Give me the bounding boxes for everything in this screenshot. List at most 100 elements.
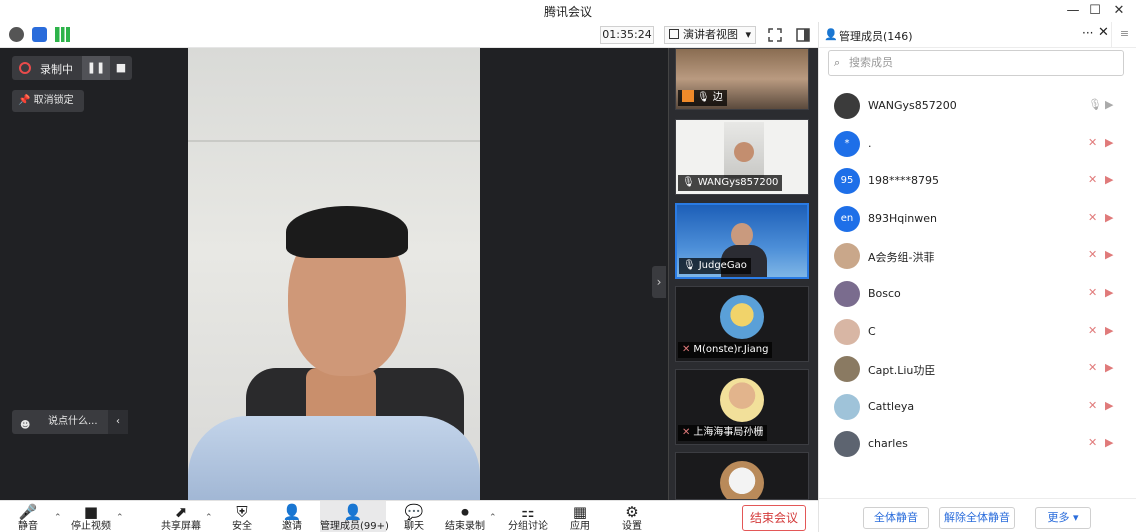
collapse-thumbnails-button[interactable]: › <box>652 266 666 298</box>
security-shield-icon[interactable] <box>32 27 47 42</box>
video-off-icon[interactable]: ▶ <box>1105 324 1113 337</box>
avatar <box>834 356 860 383</box>
share-options-caret-icon[interactable]: ⌃ <box>205 513 213 523</box>
invite-button[interactable]: 👤 邀请 <box>278 501 306 532</box>
info-icon[interactable] <box>9 27 24 42</box>
panel-menu-icon[interactable]: ≡ <box>1111 22 1136 48</box>
more-actions-button[interactable]: 更多 ▾ <box>1035 507 1091 529</box>
thumb-name-tag: 🎙 WANGys857200 <box>678 175 783 191</box>
member-name: WANGys857200 <box>868 99 957 112</box>
video-off-icon[interactable]: ▶ <box>1105 399 1113 412</box>
member-row[interactable]: WANGys857200 🎙 ▶ <box>819 88 1136 125</box>
member-row[interactable]: Cattleya ✕ ▶ <box>819 389 1136 426</box>
emoji-icon[interactable]: ☻ <box>20 414 30 438</box>
mic-options-caret-icon[interactable]: ⌃ <box>54 513 62 523</box>
avatar <box>720 378 764 422</box>
avatar <box>720 295 764 339</box>
speaker-hair <box>286 206 408 258</box>
chat-button[interactable]: 💬 聊天 <box>400 501 428 532</box>
fullscreen-icon[interactable] <box>767 27 783 43</box>
member-row[interactable]: 95 198****8795 ✕ ▶ <box>819 163 1136 200</box>
thumb-name-tag: ✕ M(onste)r.Jiang <box>678 342 773 358</box>
member-row[interactable]: charles ✕ ▶ <box>819 426 1136 463</box>
more-options-icon[interactable]: ··· <box>1082 26 1093 40</box>
chat-icon: 💬 <box>404 503 424 521</box>
mic-icon[interactable]: 🎙 <box>1088 98 1102 111</box>
mic-muted-icon[interactable]: ✕ <box>1088 211 1097 224</box>
mic-icon: 🎙 <box>697 92 710 103</box>
participant-face <box>731 223 753 247</box>
video-off-icon[interactable]: ▶ <box>1105 173 1113 186</box>
close-panel-button[interactable]: ✕ <box>1098 25 1109 40</box>
thumb-name: JudgeGao <box>698 260 747 271</box>
mic-muted-icon[interactable]: ✕ <box>1088 248 1097 261</box>
collapse-chat-button[interactable]: ‹ <box>108 410 128 434</box>
member-name: Capt.Liu功臣 <box>868 364 936 378</box>
video-off-icon[interactable]: ▶ <box>1105 361 1113 374</box>
avatar <box>834 393 860 420</box>
participant-thumb[interactable]: ✕ M(onste)r.Jiang <box>675 286 809 362</box>
member-name: charles <box>868 437 908 451</box>
video-off-icon[interactable]: ▶ <box>1105 136 1113 149</box>
video-options-caret-icon[interactable]: ⌃ <box>116 513 124 523</box>
participant-thumb-active[interactable]: 🎙 JudgeGao <box>675 203 809 279</box>
record-stop-icon: ⏺ <box>461 503 469 521</box>
participant-thumb[interactable] <box>675 452 809 500</box>
mic-muted-icon: ✕ <box>682 427 691 438</box>
pause-recording-button[interactable]: ❚❚ <box>82 56 110 80</box>
manage-members-button[interactable]: 👤 管理成员(99+) <box>320 501 389 532</box>
end-recording-button[interactable]: ⏺ 结束录制 <box>444 501 486 532</box>
unmute-all-button[interactable]: 解除全体静音 <box>939 507 1015 529</box>
manage-members-label: 管理成员(99+) <box>320 521 389 532</box>
video-stage: 录制中 ❚❚ ■ 📌 取消锁定 ☻ 说点什么... ‹ › <box>0 48 668 500</box>
mic-muted-icon[interactable]: ✕ <box>1088 173 1097 186</box>
video-off-icon[interactable]: ▶ <box>1105 286 1113 299</box>
video-off-icon[interactable]: ▶ <box>1105 211 1113 224</box>
search-members-input[interactable]: ⌕ 搜索成员 <box>828 50 1124 76</box>
close-window-button[interactable]: ✕ <box>1108 2 1130 20</box>
maximize-button[interactable]: ☐ <box>1084 2 1106 20</box>
members-icon: 👤 <box>824 28 838 41</box>
settings-button[interactable]: ⚙ 设置 <box>618 501 646 532</box>
member-row[interactable]: C ✕ ▶ <box>819 314 1136 351</box>
stop-video-button[interactable]: ■ 停止视频 <box>68 501 114 532</box>
breakout-button[interactable]: ⚏ 分组讨论 <box>506 501 550 532</box>
meeting-toolbar: 01:35:24 演讲者视图 ▾ <box>0 22 818 48</box>
share-screen-button[interactable]: ⬈ 共享屏幕 <box>158 501 204 532</box>
mic-muted-icon[interactable]: ✕ <box>1088 286 1097 299</box>
member-row[interactable]: en 893Hqinwen ✕ ▶ <box>819 201 1136 238</box>
mic-muted-icon[interactable]: ✕ <box>1088 136 1097 149</box>
end-meeting-button[interactable]: 结束会议 <box>742 505 806 531</box>
mic-muted-icon[interactable]: ✕ <box>1088 361 1097 374</box>
mic-muted-icon[interactable]: ✕ <box>1088 436 1097 449</box>
search-placeholder: 搜索成员 <box>849 56 893 69</box>
member-row[interactable]: *. ✕ ▶ <box>819 126 1136 163</box>
unlock-pin-button[interactable]: 📌 取消锁定 <box>12 90 84 112</box>
security-button[interactable]: ⛨ 安全 <box>228 501 256 532</box>
network-signal-icon[interactable] <box>55 27 70 42</box>
view-mode-select[interactable]: 演讲者视图 ▾ <box>664 26 756 44</box>
member-row[interactable]: Capt.Liu功臣 ✕ ▶ <box>819 351 1136 388</box>
quick-chat-input[interactable]: ☻ 说点什么... ‹ <box>12 410 128 434</box>
camera-icon: ■ <box>83 503 99 521</box>
recording-options-caret-icon[interactable]: ⌃ <box>489 513 497 523</box>
mic-muted-icon[interactable]: ✕ <box>1088 324 1097 337</box>
mute-all-button[interactable]: 全体静音 <box>863 507 929 529</box>
video-off-icon[interactable]: ▶ <box>1105 436 1113 449</box>
mic-muted-icon[interactable]: ✕ <box>1088 399 1097 412</box>
participant-thumb[interactable]: ✕ 上海海事局孙栅 <box>675 369 809 445</box>
stop-recording-button[interactable]: ■ <box>110 56 132 80</box>
participant-thumb[interactable]: 🎙 边 <box>675 48 809 110</box>
apps-button[interactable]: ▦ 应用 <box>566 501 594 532</box>
video-off-icon[interactable]: ▶ <box>1105 248 1113 261</box>
mute-button[interactable]: 🎤 静音 <box>12 501 44 532</box>
participant-thumb[interactable]: 🎙 WANGys857200 <box>675 119 809 195</box>
members-panel-title: 管理成员(146) <box>839 30 913 43</box>
member-row[interactable]: A会务组-洪菲 ✕ ▶ <box>819 238 1136 275</box>
breakout-icon: ⚏ <box>521 503 535 521</box>
sidebar-toggle-icon[interactable] <box>795 27 811 43</box>
thumb-name: M(onste)r.Jiang <box>693 344 769 355</box>
minimize-button[interactable]: — <box>1062 2 1084 20</box>
member-row[interactable]: Bosco ✕ ▶ <box>819 276 1136 313</box>
video-icon[interactable]: ▶ <box>1105 98 1113 111</box>
